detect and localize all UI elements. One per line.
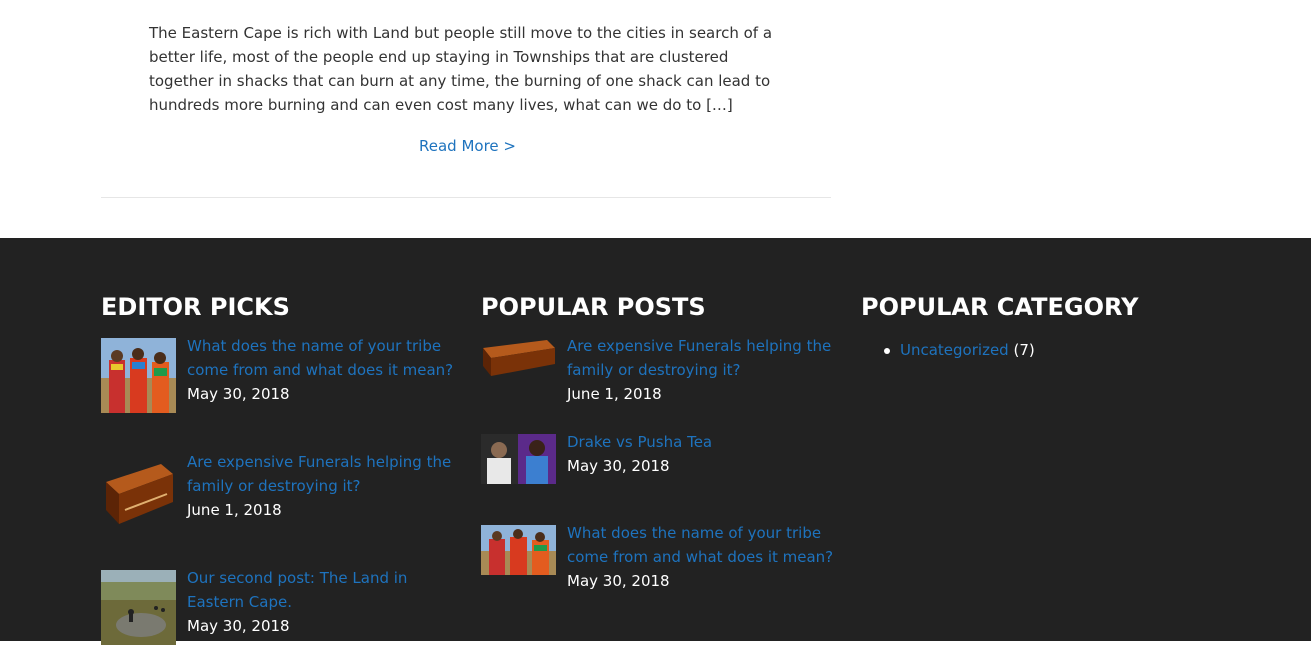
item-text: What does the name of your tribe come fr… bbox=[187, 334, 459, 406]
category-count: (7) bbox=[1013, 341, 1035, 359]
post-link[interactable]: Are expensive Funerals helping the famil… bbox=[567, 334, 839, 382]
post-date: May 30, 2018 bbox=[187, 385, 290, 403]
post-link[interactable]: Our second post: The Land in Eastern Cap… bbox=[187, 566, 459, 614]
post-link[interactable]: Drake vs Pusha Tea bbox=[567, 430, 839, 454]
coffin-image-thumbnail[interactable] bbox=[481, 338, 556, 378]
post-link[interactable]: What does the name of your tribe come fr… bbox=[187, 334, 459, 382]
item-text: Are expensive Funerals helping the famil… bbox=[567, 334, 839, 406]
site-footer: EDITOR PICKS What does the name of your … bbox=[0, 238, 1311, 645]
post-date: May 30, 2018 bbox=[567, 572, 670, 590]
editor-picks-widget: EDITOR PICKS What does the name of your … bbox=[101, 292, 461, 645]
item-text: Our second post: The Land in Eastern Cap… bbox=[187, 566, 459, 638]
post-date: May 30, 2018 bbox=[567, 457, 670, 475]
list-item: What does the name of your tribe come fr… bbox=[101, 337, 461, 418]
article-excerpt: The Eastern Cape is rich with Land but p… bbox=[149, 24, 773, 114]
drake-pusha-photo-thumbnail[interactable] bbox=[481, 434, 556, 484]
divider bbox=[101, 197, 831, 198]
list-item: Our second post: The Land in Eastern Cap… bbox=[101, 569, 461, 645]
item-text: Drake vs Pusha Tea May 30, 2018 bbox=[567, 430, 839, 478]
post-link[interactable]: Are expensive Funerals helping the famil… bbox=[187, 450, 459, 498]
list-item: Are expensive Funerals helping the famil… bbox=[481, 337, 841, 408]
popular-category-widget: POPULAR CATEGORY Uncategorized (7) bbox=[861, 292, 1221, 359]
read-more-link[interactable]: Read More > bbox=[419, 134, 516, 158]
list-item: What does the name of your tribe come fr… bbox=[481, 524, 841, 595]
post-date: May 30, 2018 bbox=[187, 617, 290, 635]
post-date: June 1, 2018 bbox=[567, 385, 662, 403]
land-photo-thumbnail[interactable] bbox=[101, 570, 176, 645]
popular-posts-widget: POPULAR POSTS Are expensive Funerals hel… bbox=[481, 292, 841, 590]
category-link[interactable]: Uncategorized bbox=[900, 341, 1009, 359]
tribe-photo-thumbnail[interactable] bbox=[101, 338, 176, 413]
article-section: The Eastern Cape is rich with Land but p… bbox=[0, 0, 1311, 238]
item-text: Are expensive Funerals helping the famil… bbox=[187, 450, 459, 522]
widget-title: POPULAR CATEGORY bbox=[861, 293, 1139, 321]
widget-title: POPULAR POSTS bbox=[481, 293, 706, 321]
list-item: Drake vs Pusha Tea May 30, 2018 bbox=[481, 433, 841, 494]
widget-title: EDITOR PICKS bbox=[101, 293, 290, 321]
category-list: Uncategorized (7) bbox=[861, 338, 1035, 362]
coffin-image-thumbnail[interactable] bbox=[101, 454, 176, 529]
item-text: What does the name of your tribe come fr… bbox=[567, 521, 839, 593]
tribe-photo-thumbnail[interactable] bbox=[481, 525, 556, 575]
category-item: Uncategorized (7) bbox=[861, 338, 1035, 362]
post-date: June 1, 2018 bbox=[187, 501, 282, 519]
list-item: Are expensive Funerals helping the famil… bbox=[101, 453, 461, 534]
post-link[interactable]: What does the name of your tribe come fr… bbox=[567, 521, 839, 569]
